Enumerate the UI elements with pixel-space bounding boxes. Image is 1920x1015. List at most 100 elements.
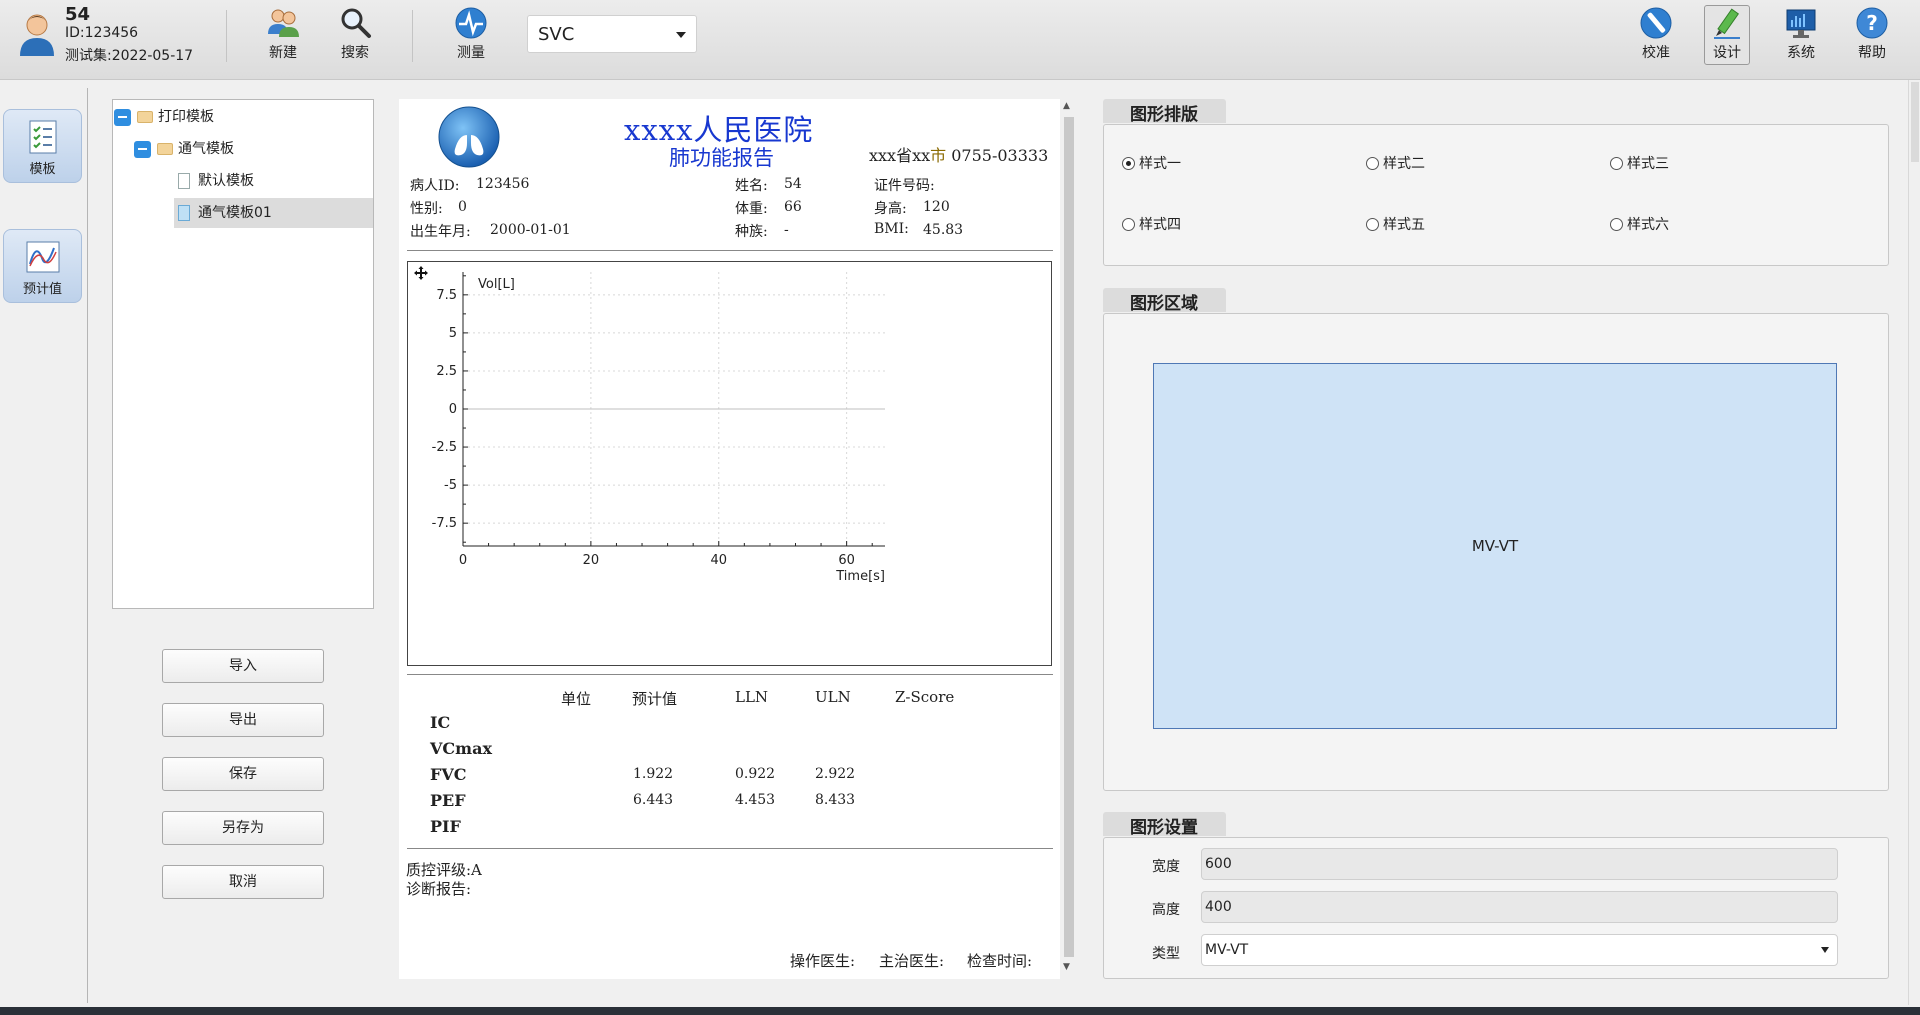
tree-node-label: 通气模板01 xyxy=(198,205,272,221)
certificate-label: 证件号码: xyxy=(874,178,935,194)
scroll-up-icon[interactable]: ▲ xyxy=(1063,101,1070,111)
tree-node-label: 通气模板 xyxy=(178,141,234,157)
width-field[interactable]: 600 xyxy=(1201,848,1838,880)
row-fvc: FVC xyxy=(430,765,467,784)
user-id: ID:123456 xyxy=(65,25,139,41)
tree-node-ventilation-templates[interactable]: 通气模板 xyxy=(113,134,373,164)
attending-doctor-label: 主治医生: xyxy=(879,952,945,970)
layout-option-4[interactable]: 样式四 xyxy=(1122,217,1181,233)
layout-option-3[interactable]: 样式三 xyxy=(1610,156,1669,172)
tree-node-default-template[interactable]: 默认模板 xyxy=(174,166,373,196)
report-scroll-thumb[interactable] xyxy=(1064,117,1074,957)
calibrate-button[interactable]: 校准 xyxy=(1627,6,1685,64)
test-set-date: 测试集:2022-05-17 xyxy=(65,48,194,64)
fvc-uln: 2.922 xyxy=(815,766,856,782)
y-tick-label: 2.5 xyxy=(436,364,457,379)
toolbar-separator xyxy=(226,10,227,62)
import-button[interactable]: 导入 xyxy=(162,649,324,683)
exam-time-label: 检查时间: xyxy=(967,952,1033,970)
toolbar-separator xyxy=(412,10,413,62)
volume-time-chart[interactable]: 0 20 40 60 7.5 5 2.5 0 -2.5 -5 -7.5 Vol[L] Time[s] xyxy=(407,261,1052,666)
new-label: 新建 xyxy=(269,45,297,61)
col-header-lln: LLN xyxy=(735,688,769,706)
save-as-button[interactable]: 另存为 xyxy=(162,811,324,845)
y-tick-label: -7.5 xyxy=(432,516,457,531)
measure-button[interactable]: 测量 xyxy=(442,6,500,64)
y-axis-label: Vol[L] xyxy=(478,277,515,292)
weight-label: 体重: xyxy=(735,201,768,217)
y-tick-label: 7.5 xyxy=(436,288,457,303)
system-label: 系统 xyxy=(1787,45,1815,61)
x-tick-label: 60 xyxy=(838,553,855,568)
nav-divider xyxy=(87,88,88,1003)
gender-label: 性别: xyxy=(410,201,443,217)
nav-template-button[interactable]: 模板 xyxy=(3,109,82,183)
collapse-icon[interactable] xyxy=(114,109,131,126)
window-scroll-thumb[interactable] xyxy=(1911,82,1919,162)
height-value: 120 xyxy=(923,199,950,215)
search-label: 搜索 xyxy=(341,45,369,61)
mode-select[interactable]: SVC xyxy=(527,15,697,53)
header-divider xyxy=(407,250,1053,251)
layout-option-5[interactable]: 样式五 xyxy=(1366,217,1425,233)
height-field[interactable]: 400 xyxy=(1201,891,1838,923)
name-value: 54 xyxy=(784,176,802,192)
save-button[interactable]: 保存 xyxy=(162,757,324,791)
calibrate-icon xyxy=(1640,7,1672,39)
user-name: 54 xyxy=(65,4,91,25)
cancel-button[interactable]: 取消 xyxy=(162,865,324,899)
row-ic: IC xyxy=(430,713,451,732)
hospital-logo-icon xyxy=(438,106,500,168)
layout-panel xyxy=(1103,124,1889,266)
measure-label: 测量 xyxy=(457,45,485,61)
quality-grade: 质控评级:A xyxy=(406,861,482,879)
calibrate-label: 校准 xyxy=(1642,45,1670,61)
bmi-value: 45.83 xyxy=(923,222,964,238)
mode-select-value: SVC xyxy=(538,24,575,45)
top-toolbar: 54 ID:123456 测试集:2022-05-17 新建 搜索 测量 SVC xyxy=(0,0,1920,80)
checklist-icon xyxy=(29,120,56,154)
table-divider xyxy=(407,848,1053,849)
type-select[interactable]: MV-VT xyxy=(1201,934,1838,966)
nav-predicted-button[interactable]: 预计值 xyxy=(3,229,82,303)
system-button[interactable]: 系统 xyxy=(1772,6,1830,64)
radio-icon xyxy=(1610,218,1623,231)
radio-icon xyxy=(1122,218,1135,231)
help-button[interactable]: ? 帮助 xyxy=(1843,6,1901,64)
design-button[interactable]: 设计 xyxy=(1704,5,1750,65)
tree-node-template-01[interactable]: 通气模板01 xyxy=(174,198,373,228)
patient-id-label: 病人ID: xyxy=(410,178,460,194)
new-button[interactable]: 新建 xyxy=(254,6,312,64)
dob-value: 2000-01-01 xyxy=(490,222,571,238)
chevron-down-icon xyxy=(1821,947,1829,953)
nav-predicted-label: 预计值 xyxy=(22,282,62,297)
svg-text:?: ? xyxy=(1866,11,1878,35)
tree-node-print-templates[interactable]: 打印模板 xyxy=(113,102,373,132)
radio-icon xyxy=(1366,157,1379,170)
template-tree: 打印模板 通气模板 默认模板 通气模板01 xyxy=(112,99,374,609)
pef-uln: 8.433 xyxy=(815,792,856,808)
x-tick-label: 20 xyxy=(583,553,600,568)
graph-slot-mv-vt[interactable]: MV-VT xyxy=(1153,363,1837,729)
search-button[interactable]: 搜索 xyxy=(326,6,384,64)
report-title: 肺功能报告 xyxy=(669,146,774,170)
patient-id-value: 123456 xyxy=(476,176,530,192)
type-label: 类型 xyxy=(1152,946,1180,962)
collapse-icon[interactable] xyxy=(134,141,151,158)
folder-icon xyxy=(157,143,173,155)
fvc-lln: 0.922 xyxy=(735,766,776,782)
tree-node-label: 打印模板 xyxy=(158,109,214,125)
gender-value: 0 xyxy=(458,199,467,215)
race-value: - xyxy=(784,222,789,238)
scroll-down-icon[interactable]: ▼ xyxy=(1063,962,1070,972)
weight-value: 66 xyxy=(784,199,802,215)
height-label: 身高: xyxy=(874,201,907,217)
export-button[interactable]: 导出 xyxy=(162,703,324,737)
window-scrollbar[interactable] xyxy=(1908,80,1920,1005)
layout-option-2[interactable]: 样式二 xyxy=(1366,156,1425,172)
layout-option-1[interactable]: 样式一 xyxy=(1122,156,1181,172)
layout-option-6[interactable]: 样式六 xyxy=(1610,217,1669,233)
bmi-label: BMI: xyxy=(874,221,909,237)
row-pif: PIF xyxy=(430,817,461,836)
measure-icon xyxy=(455,7,487,39)
